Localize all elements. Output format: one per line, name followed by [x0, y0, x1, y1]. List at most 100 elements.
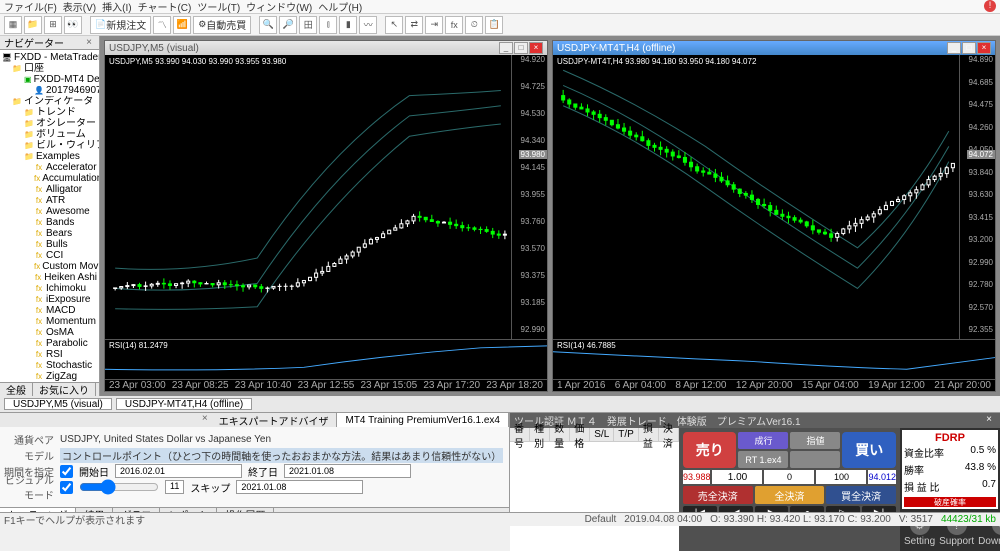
sl-input[interactable]: 0: [764, 470, 814, 484]
market-button[interactable]: 成行: [738, 432, 788, 449]
model-value[interactable]: コントロールポイント（ひとつ下の時間軸を使ったおおまかな方法。結果はあまり信頼性…: [60, 448, 503, 463]
tree-indicator[interactable]: ZigZag: [46, 371, 77, 382]
minimize-icon[interactable]: _: [947, 42, 961, 54]
nav-tab-fav[interactable]: お気に入り: [33, 383, 96, 396]
tree-indicator[interactable]: ATR: [46, 195, 65, 206]
close-buy-button[interactable]: 買全決済: [826, 486, 896, 504]
tree-root[interactable]: FXDD - MetaTrader: [14, 52, 99, 63]
arrow-icon[interactable]: ↖: [385, 16, 403, 34]
lot-input[interactable]: 1.00: [712, 470, 762, 484]
tester-panel: × エキスパートアドバイザ MT4 Training PremiumVer16.…: [0, 413, 510, 512]
skip-date-input[interactable]: [236, 480, 363, 494]
tree-indicator[interactable]: CCI: [46, 250, 63, 261]
tb-chart-icon[interactable]: 〽: [153, 16, 171, 34]
tree-volume[interactable]: ボリューム: [36, 129, 86, 140]
chart2-canvas[interactable]: USDJPY-MT4T,H4 93.980 94.180 93.950 94.1…: [553, 55, 995, 339]
tester-close-icon[interactable]: ×: [199, 413, 211, 427]
tree-indicator[interactable]: Bands: [46, 217, 74, 228]
zoom-in-icon[interactable]: 🔍: [259, 16, 277, 34]
tree-indicator[interactable]: Accumulation: [42, 173, 99, 184]
auto-trade-button[interactable]: ⚙ 自動売買: [193, 16, 251, 34]
menu-chart[interactable]: チャート(C): [138, 0, 192, 14]
menu-help[interactable]: ヘルプ(H): [318, 0, 362, 14]
tree-indicator[interactable]: Ichimoku: [46, 283, 86, 294]
tree-osc[interactable]: オシレーター: [36, 118, 96, 129]
tree-indicator[interactable]: Alligator: [46, 184, 82, 195]
tree-indicator[interactable]: Parabolic: [46, 338, 88, 349]
shift-icon[interactable]: ⇥: [425, 16, 443, 34]
tb-tree-icon[interactable]: ⊞: [44, 16, 62, 34]
period-icon[interactable]: ⏲: [465, 16, 483, 34]
limit-button[interactable]: 指値: [790, 432, 840, 449]
tree-bw[interactable]: ビル・ウィリアムズ: [36, 140, 99, 151]
line-chart-icon[interactable]: 〰: [359, 16, 377, 34]
template-icon[interactable]: 📋: [485, 16, 503, 34]
tp-input[interactable]: 100: [816, 470, 866, 484]
chart1-canvas[interactable]: USDJPY,M5 93.990 94.030 93.990 93.955 93…: [105, 55, 547, 339]
tree-indicator[interactable]: Momentum: [46, 316, 96, 327]
tree-indicator[interactable]: RSI: [46, 349, 63, 360]
tree-accounts[interactable]: 口座: [24, 63, 44, 74]
zoom-out-icon[interactable]: 🔎: [279, 16, 297, 34]
visual-checkbox[interactable]: [60, 481, 73, 494]
sell-button[interactable]: 売り: [683, 432, 737, 468]
indicator-icon[interactable]: fx: [445, 16, 463, 34]
tree-examples[interactable]: Examples: [36, 151, 80, 162]
navigator-tree[interactable]: 🖥FXDD - MetaTrader 📁口座 ▣FXDD-MT4 Demo 👤2…: [0, 50, 99, 382]
scroll-icon[interactable]: ⇄: [405, 16, 423, 34]
menu-file[interactable]: ファイル(F): [4, 0, 57, 14]
tree-indicator[interactable]: Heiken Ashi: [44, 272, 97, 283]
end-label: 終了日: [248, 464, 278, 479]
close-icon[interactable]: ×: [529, 42, 543, 54]
nav-tab-all[interactable]: 全般: [0, 383, 33, 396]
chart-tab-1[interactable]: USDJPY,M5 (visual): [4, 398, 112, 410]
tree-indicator[interactable]: Stochastic: [46, 360, 92, 371]
rt-label2: [790, 451, 840, 468]
tester-tab-file[interactable]: MT4 Training PremiumVer16.1.ex4: [337, 413, 509, 427]
menu-insert[interactable]: 挿入(I): [102, 0, 131, 14]
chart-tab-2[interactable]: USDJPY-MT4T,H4 (offline): [116, 398, 252, 410]
navigator-close-icon[interactable]: ×: [83, 37, 95, 48]
alert-badge[interactable]: !: [984, 0, 996, 12]
tree-indicators[interactable]: インディケータ: [24, 96, 93, 107]
tester-tab-ea[interactable]: エキスパートアドバイザ: [211, 413, 338, 427]
period-checkbox[interactable]: [60, 465, 73, 478]
tile-icon[interactable]: 田: [299, 16, 317, 34]
indicator-icon: fx: [34, 361, 44, 371]
close-sell-button[interactable]: 売全決済: [683, 486, 753, 504]
tree-demo[interactable]: FXDD-MT4 Demo: [34, 74, 99, 85]
tree-indicator[interactable]: Bulls: [46, 239, 68, 250]
pair-value[interactable]: USDJPY, United States Dollar vs Japanese…: [60, 434, 271, 445]
trade-close-icon[interactable]: ×: [982, 414, 996, 428]
tree-indicator[interactable]: MACD: [46, 305, 75, 316]
menu-tools[interactable]: ツール(T): [197, 0, 240, 14]
close-icon[interactable]: ×: [977, 42, 991, 54]
positions-grid[interactable]: 番号種別数量価格S/LT/P損益決済: [510, 428, 679, 551]
menu-window[interactable]: ウィンドウ(W): [246, 0, 312, 14]
tb-folder-icon[interactable]: 📁: [24, 16, 42, 34]
tree-trend[interactable]: トレンド: [36, 107, 76, 118]
tree-indicator[interactable]: OsMA: [46, 327, 74, 338]
speed-slider[interactable]: [79, 479, 159, 495]
tb-new-window-icon[interactable]: ▦: [4, 16, 22, 34]
tree-indicator[interactable]: Accelerator: [46, 162, 97, 173]
minimize-icon[interactable]: _: [499, 42, 513, 54]
start-date-input[interactable]: [115, 464, 242, 478]
new-order-button[interactable]: 📄 新規注文: [90, 16, 151, 34]
candle-icon[interactable]: ▮: [339, 16, 357, 34]
menu-view[interactable]: 表示(V): [63, 0, 96, 14]
folder-icon: 📁: [24, 119, 34, 129]
tree-indicator[interactable]: iExposure: [46, 294, 90, 305]
tree-indicator[interactable]: Custom Moving A: [42, 261, 99, 272]
tb-signal-icon[interactable]: 📶: [173, 16, 191, 34]
bar-chart-icon[interactable]: ⫾: [319, 16, 337, 34]
tree-account-num[interactable]: 2017946907: 8: [46, 85, 99, 96]
maximize-icon[interactable]: □: [962, 42, 976, 54]
tree-indicator[interactable]: Awesome: [46, 206, 90, 217]
maximize-icon[interactable]: □: [514, 42, 528, 54]
close-all-button[interactable]: 全決済: [755, 486, 825, 504]
tb-binoculars-icon[interactable]: 👀: [64, 16, 82, 34]
end-date-input[interactable]: [284, 464, 411, 478]
buy-button[interactable]: 買い: [842, 432, 896, 468]
tree-indicator[interactable]: Bears: [46, 228, 72, 239]
